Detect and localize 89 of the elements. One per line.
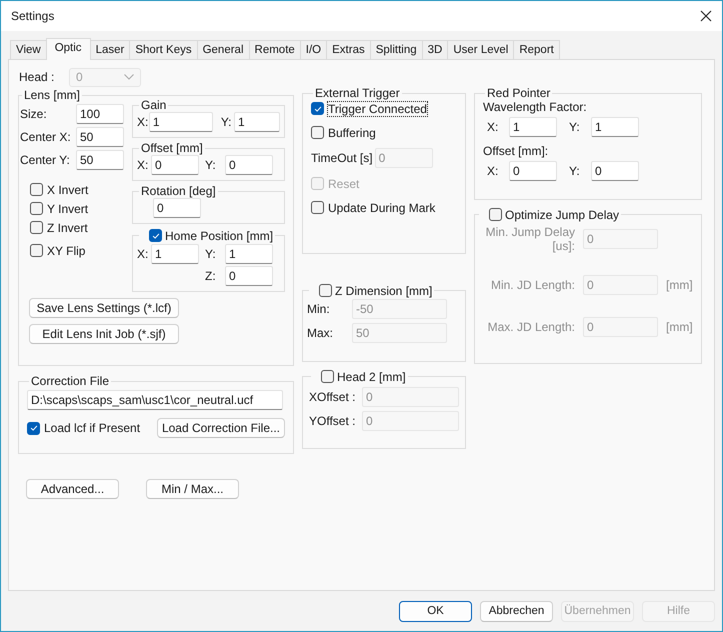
checkbox[interactable]: [311, 126, 324, 139]
checkbox[interactable]: [311, 102, 324, 115]
checkbox[interactable]: [30, 183, 43, 196]
close-icon[interactable]: [700, 10, 712, 22]
tab[interactable]: View: [10, 40, 47, 59]
field-label: Max:: [307, 326, 334, 340]
field-label: Center Y:: [20, 153, 71, 167]
checkbox[interactable]: [321, 370, 334, 383]
group-title: External Trigger: [315, 86, 400, 100]
field-label: X:: [137, 247, 150, 261]
field-label: Y:: [205, 247, 217, 261]
checkbox-label: Z Dimension [mm]: [335, 284, 432, 298]
input-field[interactable]: 0: [591, 161, 639, 181]
checkbox-label: Update During Mark: [328, 200, 436, 214]
group-title: Gain: [141, 98, 166, 112]
field-label: [mm]: [666, 320, 693, 334]
tab[interactable]: Optic: [46, 38, 91, 60]
field-label: Y:: [205, 158, 217, 172]
button[interactable]: Min / Max...: [146, 479, 239, 499]
checkbox-label: Buffering: [328, 126, 376, 140]
check-icon: [28, 423, 38, 433]
input-field[interactable]: 1: [225, 244, 273, 264]
input-field[interactable]: 100: [76, 104, 124, 124]
checkbox-label: Optimize Jump Delay: [505, 208, 620, 222]
field-label: X:: [487, 164, 500, 178]
input-field[interactable]: 0: [151, 155, 199, 175]
checkbox-label: Z Invert: [47, 220, 88, 234]
button[interactable]: OK: [399, 600, 472, 622]
input-field[interactable]: 0: [153, 198, 201, 218]
field-label: Min. Jump Delay [us]:: [484, 225, 575, 253]
group-title: Red Pointer: [487, 86, 550, 100]
button[interactable]: Abbrechen: [480, 600, 553, 622]
checkbox-label: XY Flip: [47, 244, 86, 258]
field-label: X:: [487, 120, 500, 134]
field-label: Center X:: [20, 130, 72, 144]
group-title: Lens [mm]: [24, 88, 80, 102]
field-label: TimeOut [s]: [311, 151, 373, 165]
input-field[interactable]: 1: [151, 244, 199, 264]
field-label: Y:: [569, 164, 581, 178]
checkbox[interactable]: [30, 202, 43, 215]
field-label: Min. JD Length:: [490, 278, 575, 292]
field-label: Offset [mm]:: [483, 144, 550, 158]
input-field[interactable]: 50: [76, 127, 124, 147]
field-label: Y:: [220, 115, 233, 129]
checkbox-label: Home Position [mm]: [165, 228, 274, 242]
checkbox[interactable]: [319, 284, 332, 297]
field-label: Max. JD Length:: [486, 320, 575, 334]
group-title: Correction File: [31, 374, 110, 388]
input-field[interactable]: 1: [148, 112, 213, 132]
checkbox[interactable]: [489, 208, 502, 221]
field-label: X:: [137, 158, 150, 172]
checkbox[interactable]: [30, 244, 43, 257]
input-field[interactable]: 1: [591, 117, 639, 137]
field-label: YOffset :: [309, 414, 356, 428]
input-field[interactable]: 1: [234, 112, 280, 132]
field-label: [mm]: [666, 278, 693, 292]
input-field[interactable]: 0: [225, 155, 273, 175]
field-label: X:: [137, 115, 149, 129]
window-title: Settings: [11, 9, 54, 23]
button[interactable]: Edit Lens Init Job (*.sjf): [29, 324, 179, 344]
button[interactable]: Advanced...: [26, 479, 119, 499]
chevron-down-icon: [124, 74, 134, 80]
checkbox[interactable]: [30, 221, 43, 234]
input-field[interactable]: 0: [225, 266, 273, 286]
checkbox-label: Trigger Connected: [328, 102, 427, 116]
field-label: XOffset :: [309, 390, 356, 404]
button[interactable]: Load Correction File...: [156, 418, 285, 438]
checkbox-label: Reset: [328, 176, 360, 190]
input-field[interactable]: 0: [509, 161, 557, 181]
input-field[interactable]: 1: [509, 117, 557, 137]
field-label: Size:: [20, 107, 48, 121]
input-field[interactable]: D:\scaps\scaps_sam\usc1\cor_neutral.ucf: [27, 390, 283, 410]
checkbox[interactable]: [27, 422, 40, 434]
checkbox[interactable]: [149, 229, 162, 242]
button[interactable]: Save Lens Settings (*.lcf): [29, 298, 179, 318]
group-title: Offset [mm]: [141, 141, 203, 155]
field-label: Z:: [205, 269, 217, 283]
field-label: Head :: [18, 70, 56, 84]
checkbox[interactable]: [311, 201, 324, 214]
checkbox-label: Head 2 [mm]: [337, 370, 406, 384]
input-field[interactable]: 50: [76, 150, 124, 170]
tab[interactable]: Report: [513, 40, 560, 59]
group-title: Rotation [deg]: [141, 184, 216, 198]
checkbox-label: Load lcf if Present: [44, 421, 140, 435]
checkbox-label: Y Invert: [47, 202, 88, 216]
field-label: Y:: [569, 120, 581, 134]
field-label: Wavelength Factor:: [483, 100, 588, 114]
checkbox-label: X Invert: [47, 182, 88, 196]
field-label: Min:: [307, 302, 331, 316]
